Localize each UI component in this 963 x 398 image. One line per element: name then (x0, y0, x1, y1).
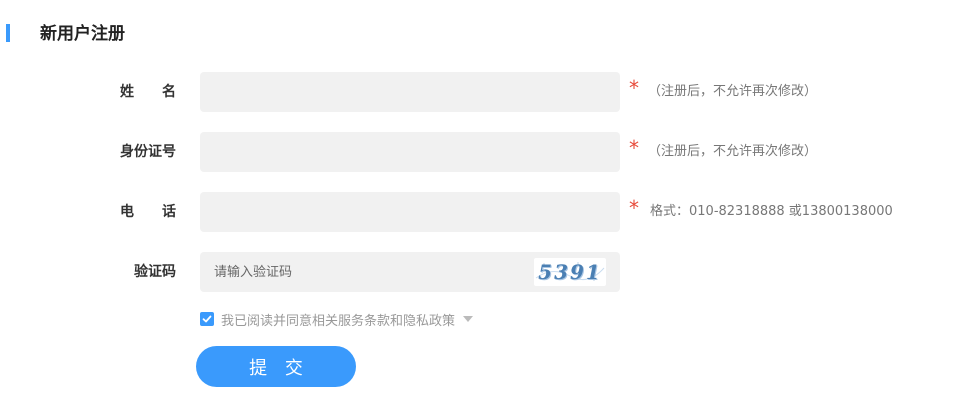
phone-required-mark: * (629, 196, 639, 220)
name-label: 姓名 (60, 72, 176, 112)
phone-label-text: 电话 (120, 204, 204, 220)
agreement-text[interactable]: 我已阅读并同意相关服务条款和隐私政策 (221, 310, 455, 329)
name-hint: （注册后，不允许再次修改） (648, 84, 818, 99)
id-number-row: 身份证号 * （注册后，不允许再次修改） (0, 132, 963, 172)
submit-button[interactable]: 提 交 (196, 346, 356, 387)
name-required-mark: * (629, 76, 639, 100)
captcha-label: 验证码 (134, 264, 176, 280)
name-row: 姓名 * （注册后，不允许再次修改） (0, 72, 963, 112)
id-number-input[interactable] (200, 132, 620, 172)
captcha-image[interactable]: 5391 (534, 258, 606, 286)
id-number-hint: （注册后，不允许再次修改） (648, 144, 818, 159)
phone-format-hint: 格式：010-82318888 或13800138000 (650, 204, 893, 219)
page-title: 新用户注册 (40, 24, 125, 44)
captcha-row: 验证码 5391 (0, 252, 963, 292)
id-number-label: 身份证号 (120, 144, 176, 160)
checkmark-icon (202, 315, 212, 323)
name-input[interactable] (200, 72, 620, 112)
phone-input[interactable] (200, 192, 620, 232)
title-accent-bar (6, 24, 10, 42)
captcha-text: 5391 (538, 260, 602, 284)
agreement-checkbox[interactable] (200, 312, 214, 326)
phone-label: 电话 (60, 192, 176, 232)
name-label-text: 姓名 (120, 84, 204, 100)
id-number-required-mark: * (629, 136, 639, 160)
agreement: 我已阅读并同意相关服务条款和隐私政策 (200, 310, 474, 329)
caret-down-icon[interactable] (463, 316, 474, 322)
phone-row: 电话 * 格式：010-82318888 或13800138000 (0, 192, 963, 232)
